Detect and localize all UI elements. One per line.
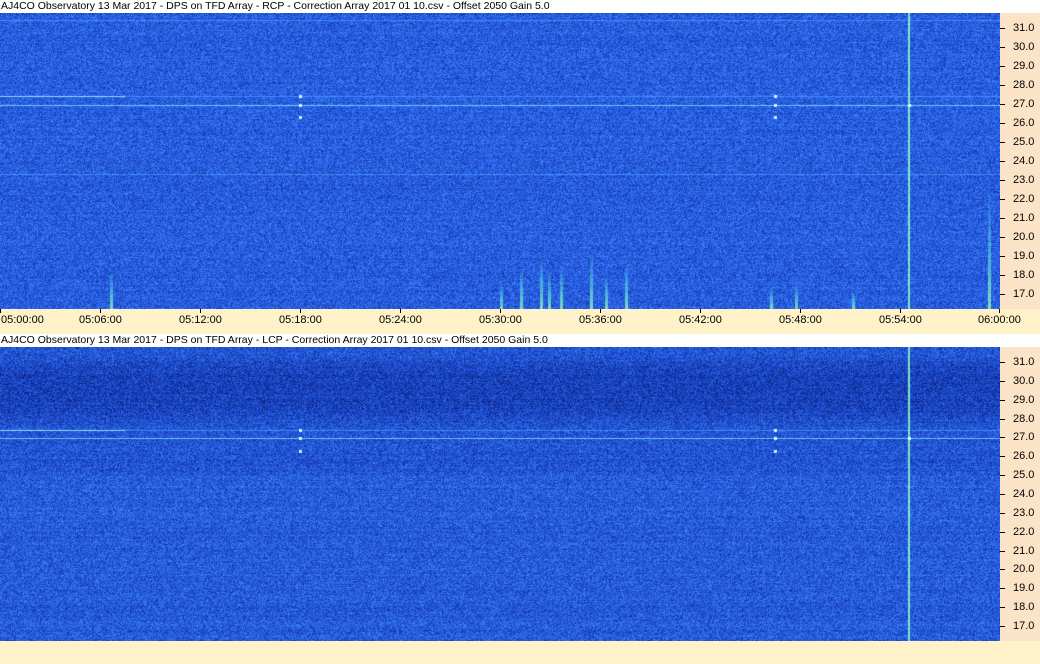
y-tick bbox=[1000, 47, 1005, 48]
y-tick bbox=[1000, 532, 1005, 533]
y-tick bbox=[1000, 294, 1005, 295]
x-tick bbox=[400, 309, 401, 313]
y-tick-label: 29.0 bbox=[1013, 394, 1035, 406]
y-tick bbox=[1000, 475, 1005, 476]
y-tick-label: 21.0 bbox=[1013, 212, 1035, 224]
x-tick-label: 05:00:00 bbox=[1, 314, 44, 326]
y-tick-label: 18.0 bbox=[1013, 601, 1035, 613]
y-tick-label: 31.0 bbox=[1013, 356, 1035, 368]
y-tick bbox=[1000, 123, 1005, 124]
y-tick-label: 23.0 bbox=[1013, 507, 1035, 519]
y-tick-label: 19.0 bbox=[1013, 250, 1035, 262]
y-tick bbox=[1000, 104, 1005, 105]
y-tick-label: 17.0 bbox=[1013, 288, 1035, 300]
x-tick bbox=[100, 309, 101, 313]
y-tick bbox=[1000, 142, 1005, 143]
y-tick-label: 24.0 bbox=[1013, 155, 1035, 167]
y-tick-label: 28.0 bbox=[1013, 413, 1035, 425]
y-tick bbox=[1000, 569, 1005, 570]
rcp-title: AJ4CO Observatory 13 Mar 2017 - DPS on T… bbox=[0, 0, 1040, 13]
y-tick-label: 24.0 bbox=[1013, 488, 1035, 500]
y-tick-label: 25.0 bbox=[1013, 469, 1035, 481]
rcp-frequency-axis: 31.0 30.0 29.0 28.0 27.0 26.0 25.0 24.0 23.0 22.0… bbox=[1000, 13, 1040, 309]
x-tick-label: 05:36:00 bbox=[579, 314, 622, 326]
y-tick-label: 17.0 bbox=[1013, 620, 1035, 632]
x-tick bbox=[700, 309, 701, 313]
x-tick-label: 05:42:00 bbox=[679, 314, 722, 326]
lcp-title: AJ4CO Observatory 13 Mar 2017 - DPS on T… bbox=[0, 334, 1040, 347]
y-tick-label: 26.0 bbox=[1013, 117, 1035, 129]
y-tick bbox=[1000, 362, 1005, 363]
y-tick bbox=[1000, 494, 1005, 495]
y-tick bbox=[1000, 551, 1005, 552]
y-tick-label: 18.0 bbox=[1013, 269, 1035, 281]
y-tick bbox=[1000, 237, 1005, 238]
y-tick bbox=[1000, 419, 1005, 420]
y-tick bbox=[1000, 66, 1005, 67]
y-tick bbox=[1000, 381, 1005, 382]
y-tick bbox=[1000, 456, 1005, 457]
x-tick-label: 05:06:00 bbox=[79, 314, 122, 326]
y-tick bbox=[1000, 199, 1005, 200]
y-tick-label: 26.0 bbox=[1013, 450, 1035, 462]
y-tick bbox=[1000, 161, 1005, 162]
y-tick-label: 19.0 bbox=[1013, 582, 1035, 594]
x-tick-label: 05:54:00 bbox=[879, 314, 922, 326]
x-tick bbox=[300, 309, 301, 313]
x-tick-label: 05:30:00 bbox=[479, 314, 522, 326]
x-tick bbox=[500, 309, 501, 313]
x-tick-label: 05:24:00 bbox=[379, 314, 422, 326]
y-tick bbox=[1000, 607, 1005, 608]
y-tick bbox=[1000, 180, 1005, 181]
x-tick bbox=[0, 309, 1, 313]
y-tick-label: 22.0 bbox=[1013, 193, 1035, 205]
x-tick bbox=[600, 309, 601, 313]
lcp-frequency-axis: 31.0 30.0 29.0 28.0 27.0 26.0 25.0 24.0 23.0 22.0… bbox=[1000, 347, 1040, 641]
y-tick bbox=[1000, 256, 1005, 257]
x-tick bbox=[900, 309, 901, 313]
y-tick bbox=[1000, 626, 1005, 627]
y-tick bbox=[1000, 28, 1005, 29]
y-tick-label: 31.0 bbox=[1013, 22, 1035, 34]
y-tick-label: 25.0 bbox=[1013, 136, 1035, 148]
y-tick bbox=[1000, 513, 1005, 514]
y-tick-label: 22.0 bbox=[1013, 526, 1035, 538]
y-tick-label: 30.0 bbox=[1013, 41, 1035, 53]
lcp-spectrogram bbox=[0, 347, 1000, 641]
x-tick-label: 05:18:00 bbox=[279, 314, 322, 326]
y-tick-label: 28.0 bbox=[1013, 79, 1035, 91]
time-axis: 05:00:00 05:06:00 05:12:00 05:18:00 05:24:00… bbox=[0, 309, 1040, 334]
y-tick-label: 27.0 bbox=[1013, 98, 1035, 110]
x-tick-label: 05:12:00 bbox=[179, 314, 222, 326]
x-tick-label: 05:48:00 bbox=[779, 314, 822, 326]
x-tick bbox=[200, 309, 201, 313]
y-tick bbox=[1000, 218, 1005, 219]
x-tick bbox=[999, 309, 1000, 313]
y-tick-label: 20.0 bbox=[1013, 231, 1035, 243]
rcp-spectrogram bbox=[0, 13, 1000, 309]
y-tick bbox=[1000, 400, 1005, 401]
x-tick bbox=[800, 309, 801, 313]
bottom-status-strip bbox=[0, 641, 1040, 664]
y-tick-label: 20.0 bbox=[1013, 563, 1035, 575]
y-tick-label: 21.0 bbox=[1013, 545, 1035, 557]
y-tick bbox=[1000, 275, 1005, 276]
y-tick-label: 30.0 bbox=[1013, 375, 1035, 387]
y-tick-label: 23.0 bbox=[1013, 174, 1035, 186]
y-tick bbox=[1000, 437, 1005, 438]
x-tick-label: 06:00:00 bbox=[978, 314, 1021, 326]
y-tick-label: 27.0 bbox=[1013, 431, 1035, 443]
y-tick bbox=[1000, 588, 1005, 589]
y-tick bbox=[1000, 85, 1005, 86]
y-tick-label: 29.0 bbox=[1013, 60, 1035, 72]
